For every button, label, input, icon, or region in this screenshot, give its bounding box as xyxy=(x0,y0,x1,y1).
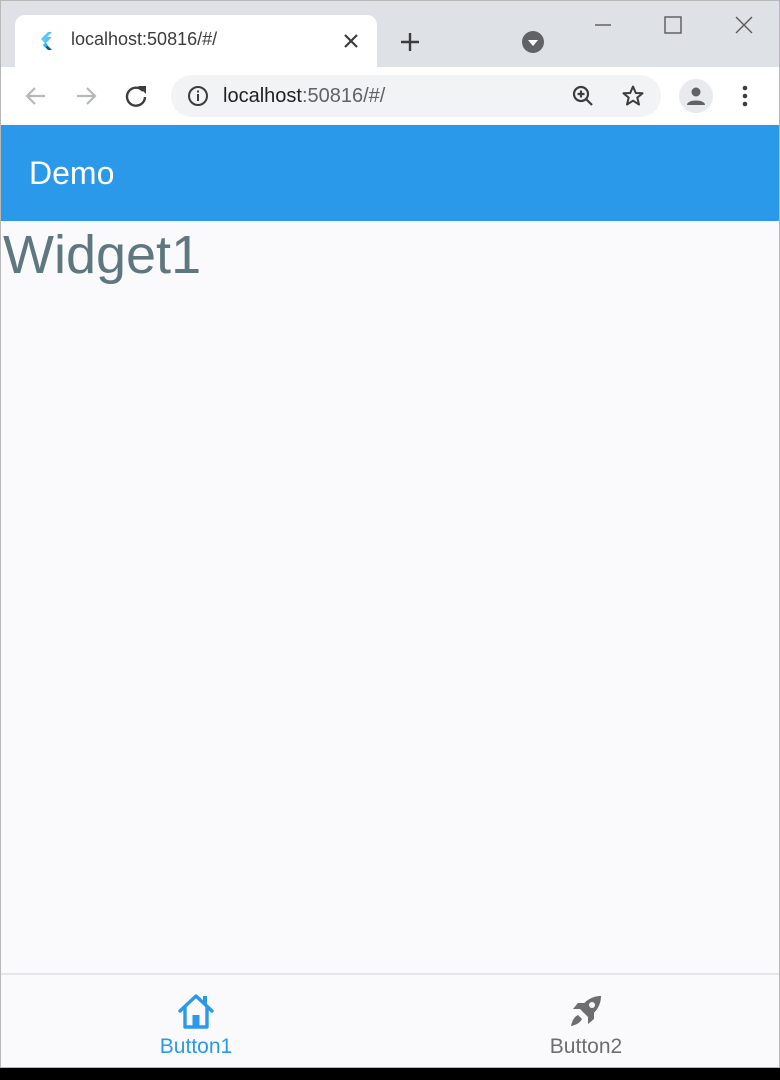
rocket-icon xyxy=(571,996,601,1026)
close-tab-icon[interactable] xyxy=(341,31,361,51)
widget-text: Widget1 xyxy=(3,225,202,285)
tab-search-icon[interactable] xyxy=(521,30,545,54)
nav-item-button1[interactable]: Button1 xyxy=(1,975,391,1067)
app-bar: Demo xyxy=(1,125,779,221)
minimize-icon[interactable] xyxy=(591,13,615,37)
reload-icon[interactable] xyxy=(123,83,149,109)
forward-arrow-icon[interactable] xyxy=(73,83,99,109)
address-url[interactable]: localhost:50816/#/ xyxy=(223,85,385,108)
url-host: localhost xyxy=(223,85,302,107)
kebab-menu-icon[interactable] xyxy=(733,83,757,109)
browser-window: localhost:50816/#/ localhost:50816/#/ De… xyxy=(0,0,780,1068)
page-body: Widget1 xyxy=(1,221,779,973)
close-window-icon[interactable] xyxy=(732,13,756,37)
nav-item-button2[interactable]: Button2 xyxy=(391,975,779,1067)
browser-toolbar: localhost:50816/#/ xyxy=(1,67,779,125)
nav-label-button2: Button2 xyxy=(549,1035,623,1058)
tab-strip: localhost:50816/#/ xyxy=(1,1,779,67)
flutter-favicon-icon xyxy=(41,32,52,50)
new-tab-plus-icon[interactable] xyxy=(397,29,423,55)
home-icon xyxy=(178,994,214,1029)
profile-button[interactable] xyxy=(679,79,713,113)
maximize-icon[interactable] xyxy=(661,13,685,37)
bottom-navigation-bar: Button1 Button2 xyxy=(1,973,779,1067)
zoom-icon[interactable] xyxy=(571,84,595,108)
person-avatar-icon xyxy=(687,87,705,105)
address-bar[interactable]: localhost:50816/#/ xyxy=(171,75,661,117)
browser-tab[interactable]: localhost:50816/#/ xyxy=(15,15,377,67)
tab-title: localhost:50816/#/ xyxy=(71,29,218,49)
site-info-icon[interactable] xyxy=(187,85,209,107)
back-arrow-icon[interactable] xyxy=(23,83,49,109)
app-title: Demo xyxy=(29,155,115,191)
bookmark-star-icon[interactable] xyxy=(621,84,645,108)
url-path: :50816/#/ xyxy=(301,85,386,107)
nav-label-button1: Button1 xyxy=(159,1035,233,1058)
